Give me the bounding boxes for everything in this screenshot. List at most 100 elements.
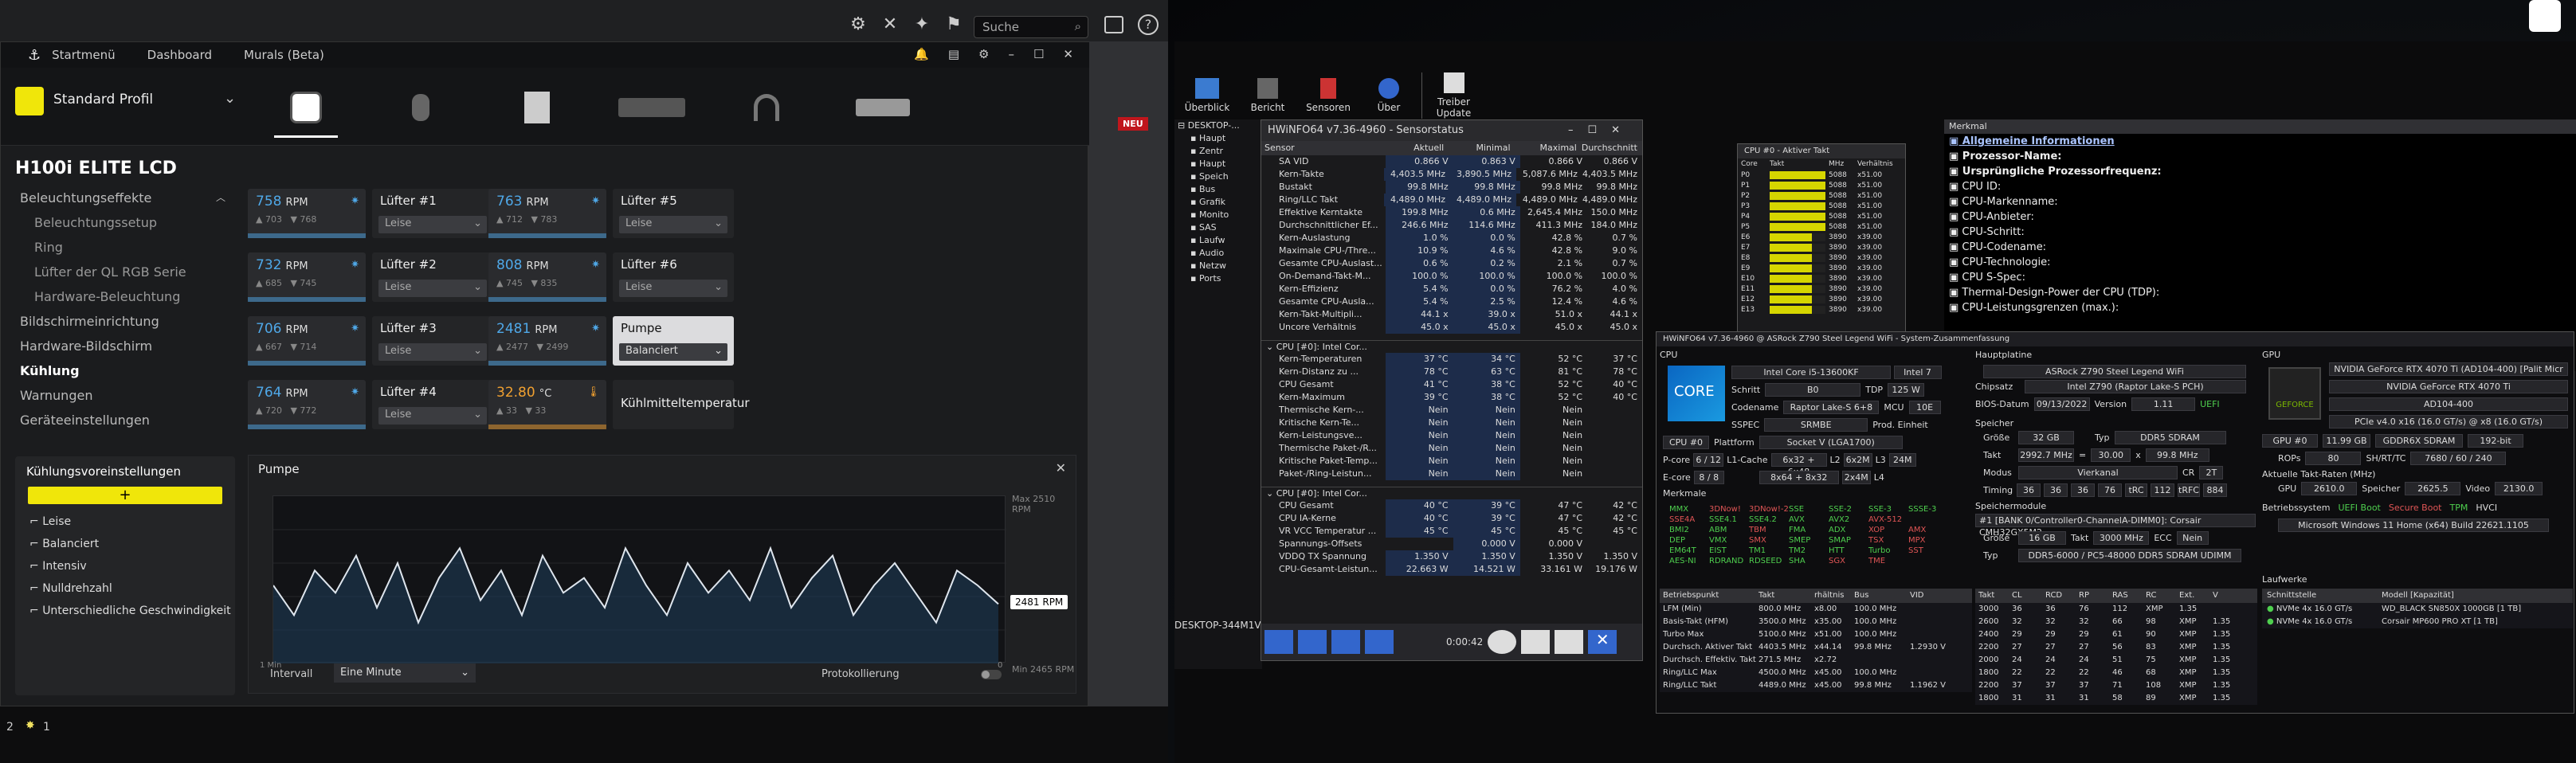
sensor-row[interactable]: Kern-Maximum 39 °C 38 °C 52 °C 40 °C [1261, 391, 1642, 404]
sensor-row[interactable]: Bustakt 99.8 MHz 99.8 MHz 99.8 MHz 99.8 MHz [1261, 181, 1642, 194]
preset-intense[interactable]: ⌐ Intensiv [15, 555, 235, 577]
fan-speed-tile[interactable]: 706 RPM ✷ ▲ 667 ▼ 714 [248, 316, 366, 366]
pin-icon[interactable]: ✦ [912, 14, 932, 35]
network-icon[interactable] [1365, 630, 1394, 654]
memory-module-select[interactable]: #1 [BANK 0/Controller0-ChannelA-DIMM0]: … [1975, 514, 2256, 538]
sidebar-item-ring[interactable]: Ring [1, 235, 240, 260]
sensor-group-header[interactable]: ⌄ CPU [#0]: Intel Cor... [1261, 487, 1642, 499]
preset-zero-rpm[interactable]: ⌐ Nulldrehzahl [15, 577, 235, 600]
fan-control[interactable]: Lüfter #5 Leise ⌄ [613, 189, 734, 238]
sidebar-item-cooling[interactable]: Kühlung [1, 358, 240, 383]
taskbar-item-2[interactable]: 1 [43, 721, 50, 734]
sensor-row[interactable]: Thermische Paket-/R... Nein Nein Nein [1261, 442, 1642, 455]
nav-left-icon[interactable] [1264, 630, 1293, 654]
interval-select[interactable]: Eine Minute ⌄ [334, 663, 476, 683]
preset-balanced[interactable]: ⌐ Balanciert [15, 533, 235, 555]
sensor-row[interactable]: Kern-Distanz zu ... 78 °C 63 °C 81 °C 78 °C [1261, 366, 1642, 378]
maximize-button[interactable]: ☐ [1033, 47, 1044, 61]
tree-item[interactable]: ⊟ DESKTOP-... [1174, 119, 1262, 132]
add-preset-button[interactable]: + [28, 487, 222, 504]
fan-mode-select[interactable]: Balanciert ⌄ [619, 343, 727, 361]
sensor-row[interactable]: On-Demand-Takt-M... 100.0 % 100.0 % 100.0 %… [1261, 270, 1642, 283]
help-icon[interactable]: ? [1138, 14, 1159, 35]
tree-item[interactable]: ▪ Audio [1174, 247, 1262, 260]
report-icon[interactable] [1521, 630, 1551, 654]
tree-item[interactable]: ▪ Haupt [1174, 158, 1262, 170]
adjust-icon[interactable]: ⚙ [848, 14, 868, 35]
tree-item[interactable]: ▪ Haupt [1174, 132, 1262, 145]
mute-icon[interactable]: ✕ [880, 14, 900, 35]
sensor-row[interactable]: CPU IA-Kerne 40 °C 39 °C 47 °C 42 °C [1261, 512, 1642, 525]
preset-quiet[interactable]: ⌐ Leise [15, 511, 235, 533]
tree-item[interactable]: ▪ Grafik [1174, 196, 1262, 209]
settings-icon[interactable]: ⚙ [978, 47, 989, 61]
sensor-row[interactable]: CPU Gesamt 41 °C 38 °C 52 °C 40 °C [1261, 378, 1642, 391]
monitor-icon[interactable] [1104, 16, 1123, 33]
gpu-select[interactable]: GPU #0 [2262, 434, 2318, 448]
sensor-row[interactable]: Kern-Effizienz 5.4 % 0.0 % 76.2 % 4.0 % [1261, 283, 1642, 295]
tree-item[interactable]: ▪ Bus [1174, 183, 1262, 196]
tree-item[interactable]: ▪ Monito [1174, 209, 1262, 221]
taskbar-app-icon[interactable]: ✸ [25, 719, 35, 732]
fan-control[interactable]: Lüfter #4 Leise ⌄ [372, 380, 493, 429]
sensor-row[interactable]: Kern-Temperaturen 37 °C 34 °C 52 °C 37 °C [1261, 353, 1642, 366]
fan-control[interactable]: Lüfter #1 Leise ⌄ [372, 189, 493, 238]
nav-dashboard[interactable]: Dashboard [147, 48, 212, 62]
sensor-row[interactable]: Paket-/Ring-Leistun... Nein Nein Nein [1261, 468, 1642, 480]
layout-icon[interactable] [1331, 630, 1360, 654]
device-tab-mouse[interactable] [385, 84, 457, 131]
sensor-row[interactable]: VR VCC Temperatur ... 45 °C 45 °C 45 °C 45 °… [1261, 525, 1642, 538]
toolbar-report[interactable]: Bericht [1240, 78, 1296, 113]
tree-item[interactable]: ▪ Zentr [1174, 145, 1262, 158]
toolbar-sensors[interactable]: Sensoren [1300, 78, 1356, 113]
sensor-row[interactable]: Maximale CPU-/Thre... 10.9 % 4.6 % 42.8 % 9.… [1261, 245, 1642, 257]
tree-item[interactable]: ▪ SAS [1174, 221, 1262, 234]
sensor-row[interactable]: CPU-Gesamt-Leistun... 22.663 W 14.521 W 33.… [1261, 563, 1642, 576]
close-panel-icon[interactable]: ✕ [1056, 460, 1066, 475]
cpu-select[interactable]: CPU #0 [1663, 436, 1709, 449]
sensor-row[interactable]: Kern-Takt-Multipli... 44.1 x 39.0 x 51.0 x4… [1261, 308, 1642, 321]
fan-speed-tile[interactable]: 758 RPM ✷ ▲ 703 ▼ 768 [248, 189, 366, 238]
close-icon[interactable]: ✕ [1588, 630, 1617, 654]
sensor-row[interactable]: Kern-Takte 4,403.5 MHz 3,890.5 MHz 5,087.6 … [1261, 168, 1642, 181]
sensor-group-header[interactable]: ⌄ CPU [#0]: Intel Cor... [1261, 340, 1642, 353]
taskbar-item-1[interactable]: 2 [6, 721, 14, 734]
sidebar-item-hardware-screen[interactable]: Hardware-Bildschirm [1, 334, 240, 358]
sensor-row[interactable]: CPU Gesamt 40 °C 39 °C 47 °C 42 °C [1261, 499, 1642, 512]
nav-right-icon[interactable] [1298, 630, 1327, 654]
close-button[interactable]: ✕ [1063, 47, 1073, 61]
fan-control[interactable]: Lüfter #6 Leise ⌄ [613, 252, 734, 302]
sidebar-item-screen-setup[interactable]: Bildschirmeinrichtung [1, 309, 240, 334]
device-tab-cooler[interactable] [270, 84, 342, 138]
settings-icon[interactable] [1555, 630, 1584, 654]
sidebar-item-warnings[interactable]: Warnungen [1, 383, 240, 408]
fan-mode-select[interactable]: Leise ⌄ [378, 280, 487, 297]
tree-item[interactable]: ▪ Speich [1174, 170, 1262, 183]
sensor-row[interactable]: Ring/LLC Takt 4,489.0 MHz 4,489.0 MHz 4,489… [1261, 194, 1642, 206]
bell-icon[interactable]: 🔔 [914, 47, 929, 61]
device-tab-keyboard[interactable] [616, 84, 688, 131]
fan-speed-tile[interactable]: 763 RPM ✷ ▲ 712 ▼ 783 [488, 189, 606, 238]
sidebar-item-lighting-effects[interactable]: Beleuchtungseffekte ︿ [1, 186, 240, 210]
sensor-row[interactable]: Uncore Verhältnis 45.0 x 45.0 x 45.0 x 45.0 … [1261, 321, 1642, 334]
device-tab-mousepad[interactable] [847, 84, 919, 131]
sensor-row[interactable]: SA VID 0.866 V 0.863 V 0.866 V 0.866 V [1261, 155, 1642, 168]
fan-speed-tile[interactable]: 32.80 °C 🌡 ▲ 33 ▼ 33 [488, 380, 606, 429]
sidebar-item-ql-fans[interactable]: Lüfter der QL RGB Serie [1, 260, 240, 284]
fan-control[interactable]: Pumpe Balanciert ⌄ [613, 316, 734, 366]
fan-mode-select[interactable]: Leise ⌄ [619, 216, 727, 233]
sidebar-item-lighting-setup[interactable]: Beleuchtungssetup [1, 210, 240, 235]
sensor-row[interactable]: Kritische Kern-Te... Nein Nein Nein [1261, 417, 1642, 429]
clock-icon[interactable] [1488, 630, 1517, 654]
minimize-button[interactable]: – [1008, 47, 1014, 61]
fan-speed-tile[interactable]: 764 RPM ✷ ▲ 720 ▼ 772 [248, 380, 366, 429]
device-tab-headset[interactable] [731, 84, 802, 131]
sensor-row[interactable]: Durchschnittlicher Ef... 246.6 MHz 114.6 M… [1261, 219, 1642, 232]
tree-item[interactable]: ▪ Ports [1174, 272, 1262, 285]
fan-control[interactable]: Lüfter #3 Leise ⌄ [372, 316, 493, 366]
sidebar-item-device-settings[interactable]: Geräteeinstellungen [1, 408, 240, 432]
sensor-row[interactable]: VDDQ TX Spannung 1.350 V 1.350 V 1.350 V 1.3… [1261, 550, 1642, 563]
desktop-shortcut-icon[interactable] [2529, 0, 2561, 32]
fan-control[interactable]: Lüfter #2 Leise ⌄ [372, 252, 493, 302]
chevron-down-icon[interactable]: ⌄ [224, 90, 236, 107]
